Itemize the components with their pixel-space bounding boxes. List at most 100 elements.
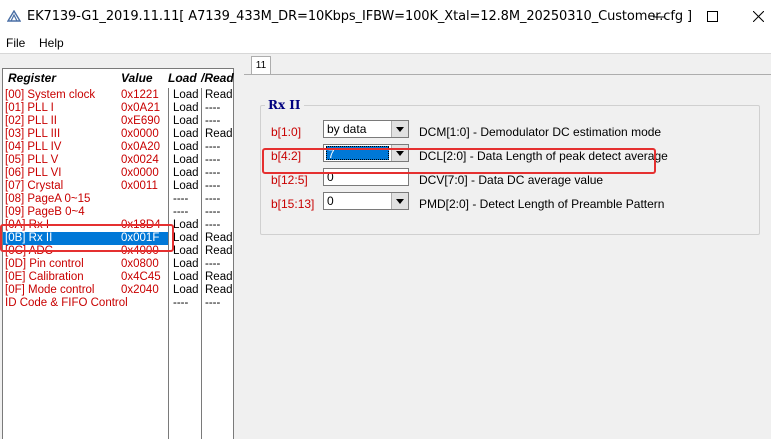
read-cell[interactable]: ----: [205, 154, 220, 167]
load-cell[interactable]: Load: [173, 128, 199, 141]
read-cell[interactable]: ----: [205, 167, 220, 180]
load-cell[interactable]: ----: [173, 206, 188, 219]
register-row[interactable]: [0A] Rx I 0x18D4 Load ----: [3, 219, 235, 232]
dropdown-button[interactable]: [391, 121, 408, 137]
read-cell[interactable]: ----: [205, 102, 220, 115]
minimize-icon: [652, 16, 664, 18]
register-row[interactable]: [03] PLL III 0x0000 Load Read: [3, 128, 235, 141]
register-value: 0x1221: [121, 89, 159, 101]
title-bar[interactable]: EK7139-G1_2019.11.11[ A7139_433M_DR=10Kb…: [0, 0, 771, 33]
load-cell[interactable]: Load: [173, 167, 199, 180]
register-value: 0x4C45: [121, 271, 161, 283]
field-description: PMD[2:0] - Detect Length of Preamble Pat…: [419, 197, 665, 211]
load-cell[interactable]: Load: [173, 219, 199, 232]
register-value: 0xE690: [121, 115, 161, 127]
dcl-combo[interactable]: 7: [323, 144, 409, 162]
bits-label: b[15:13]: [271, 197, 315, 211]
register-row[interactable]: [0F] Mode control 0x2040 Load Read: [3, 284, 235, 297]
header-read: /Read: [201, 71, 234, 85]
register-list[interactable]: Register Value Load /Read [00] System cl…: [2, 68, 234, 439]
load-cell[interactable]: Load: [173, 180, 199, 193]
register-row[interactable]: [01] PLL I 0x0A21 Load ----: [3, 102, 235, 115]
field-dcl: b[4:2] 7 DCL[2:0] - Data Length of peak …: [261, 144, 761, 164]
load-cell[interactable]: Load: [173, 284, 199, 297]
close-button[interactable]: [735, 0, 771, 33]
menu-help[interactable]: Help: [39, 36, 64, 50]
register-value: 0x0000: [121, 128, 159, 140]
register-row[interactable]: [0E] Calibration 0x4C45 Load Read: [3, 271, 235, 284]
load-cell[interactable]: ----: [173, 297, 188, 310]
read-cell[interactable]: ----: [205, 258, 220, 271]
register-name: ID Code & FIFO Control: [5, 297, 128, 309]
close-icon: [752, 11, 764, 22]
load-cell[interactable]: Load: [173, 89, 199, 102]
detail-panel: 11 Rx II b[1:0] by data DCM[1:0] - Demod…: [240, 53, 771, 439]
bits-label: b[1:0]: [271, 125, 302, 139]
field-dcv: b[12:5] 0 DCV[7:0] - Data DC average val…: [261, 168, 761, 188]
menu-bar: File Help: [0, 33, 771, 53]
load-cell[interactable]: Load: [173, 245, 199, 258]
read-cell[interactable]: ----: [205, 115, 220, 128]
register-row[interactable]: [0C] ADC 0x4000 Load Read: [3, 245, 235, 258]
read-cell[interactable]: ----: [205, 193, 220, 206]
dcv-input[interactable]: 0: [323, 168, 409, 186]
header-load: Load: [168, 71, 197, 85]
read-cell[interactable]: Read: [205, 284, 233, 297]
menu-file[interactable]: File: [6, 36, 25, 50]
dropdown-button[interactable]: [391, 145, 408, 161]
register-row[interactable]: [08] PageA 0~15 ---- ----: [3, 193, 235, 206]
read-cell[interactable]: Read: [205, 232, 233, 245]
register-row[interactable]: [0D] Pin control 0x0800 Load ----: [3, 258, 235, 271]
read-cell[interactable]: ----: [205, 206, 220, 219]
group-title: Rx II: [265, 98, 304, 112]
register-row[interactable]: [07] Crystal 0x0011 Load ----: [3, 180, 235, 193]
combo-value: 7: [326, 146, 389, 161]
register-row[interactable]: [06] PLL VI 0x0000 Load ----: [3, 167, 235, 180]
register-row[interactable]: [04] PLL IV 0x0A20 Load ----: [3, 141, 235, 154]
combo-value: by data: [327, 122, 367, 136]
read-cell[interactable]: Read: [205, 245, 233, 258]
load-cell[interactable]: Load: [173, 232, 199, 245]
register-row[interactable]: [00] System clock 0x1221 Load Read: [3, 89, 235, 102]
field-description: DCM[1:0] - Demodulator DC estimation mod…: [419, 125, 662, 139]
register-name: [09] PageB 0~4: [5, 206, 85, 218]
register-row[interactable]: [09] PageB 0~4 ---- ----: [3, 206, 235, 219]
pmd-combo[interactable]: 0: [323, 192, 409, 210]
read-cell[interactable]: ----: [205, 141, 220, 154]
header-register: Register: [8, 71, 57, 85]
register-value: 0x001F: [121, 232, 160, 244]
tab-page: Rx II b[1:0] by data DCM[1:0] - Demodula…: [244, 74, 771, 439]
dropdown-arrow-icon: [396, 126, 404, 132]
load-cell[interactable]: Load: [173, 271, 199, 284]
field-pmd: b[15:13] 0 PMD[2:0] - Detect Length of P…: [261, 192, 761, 212]
load-cell[interactable]: Load: [173, 258, 199, 271]
read-cell[interactable]: Read: [205, 128, 233, 141]
load-cell[interactable]: Load: [173, 154, 199, 167]
dcm-combo[interactable]: by data: [323, 120, 409, 138]
tab-11[interactable]: 11: [251, 56, 271, 75]
register-value: 0x2040: [121, 284, 159, 296]
load-cell[interactable]: ----: [173, 193, 188, 206]
load-cell[interactable]: Load: [173, 102, 199, 115]
read-cell[interactable]: ----: [205, 219, 220, 232]
register-row[interactable]: ID Code & FIFO Control ---- ----: [3, 297, 235, 310]
window-title: EK7139-G1_2019.11.11[ A7139_433M_DR=10Kb…: [27, 9, 692, 24]
maximize-button[interactable]: [689, 0, 735, 33]
dropdown-button[interactable]: [391, 193, 408, 209]
minimize-button[interactable]: [635, 0, 681, 33]
read-cell[interactable]: Read: [205, 89, 233, 102]
register-value: 0x18D4: [121, 219, 161, 231]
register-panel: Register Value Load /Read [00] System cl…: [0, 53, 240, 439]
load-cell[interactable]: Load: [173, 141, 199, 154]
read-cell[interactable]: Read: [205, 271, 233, 284]
bits-label: b[4:2]: [271, 149, 302, 163]
read-cell[interactable]: ----: [205, 297, 220, 310]
register-value: 0x0011: [121, 180, 158, 192]
register-rows: [00] System clock 0x1221 Load Read [01] PLL …: [3, 89, 235, 310]
register-row[interactable]: [0B] Rx II 0x001F Load Read: [3, 232, 235, 245]
register-row[interactable]: [02] PLL II 0xE690 Load ----: [3, 115, 235, 128]
load-cell[interactable]: Load: [173, 115, 199, 128]
app-icon: [7, 10, 21, 22]
read-cell[interactable]: ----: [205, 180, 220, 193]
register-row[interactable]: [05] PLL V 0x0024 Load ----: [3, 154, 235, 167]
